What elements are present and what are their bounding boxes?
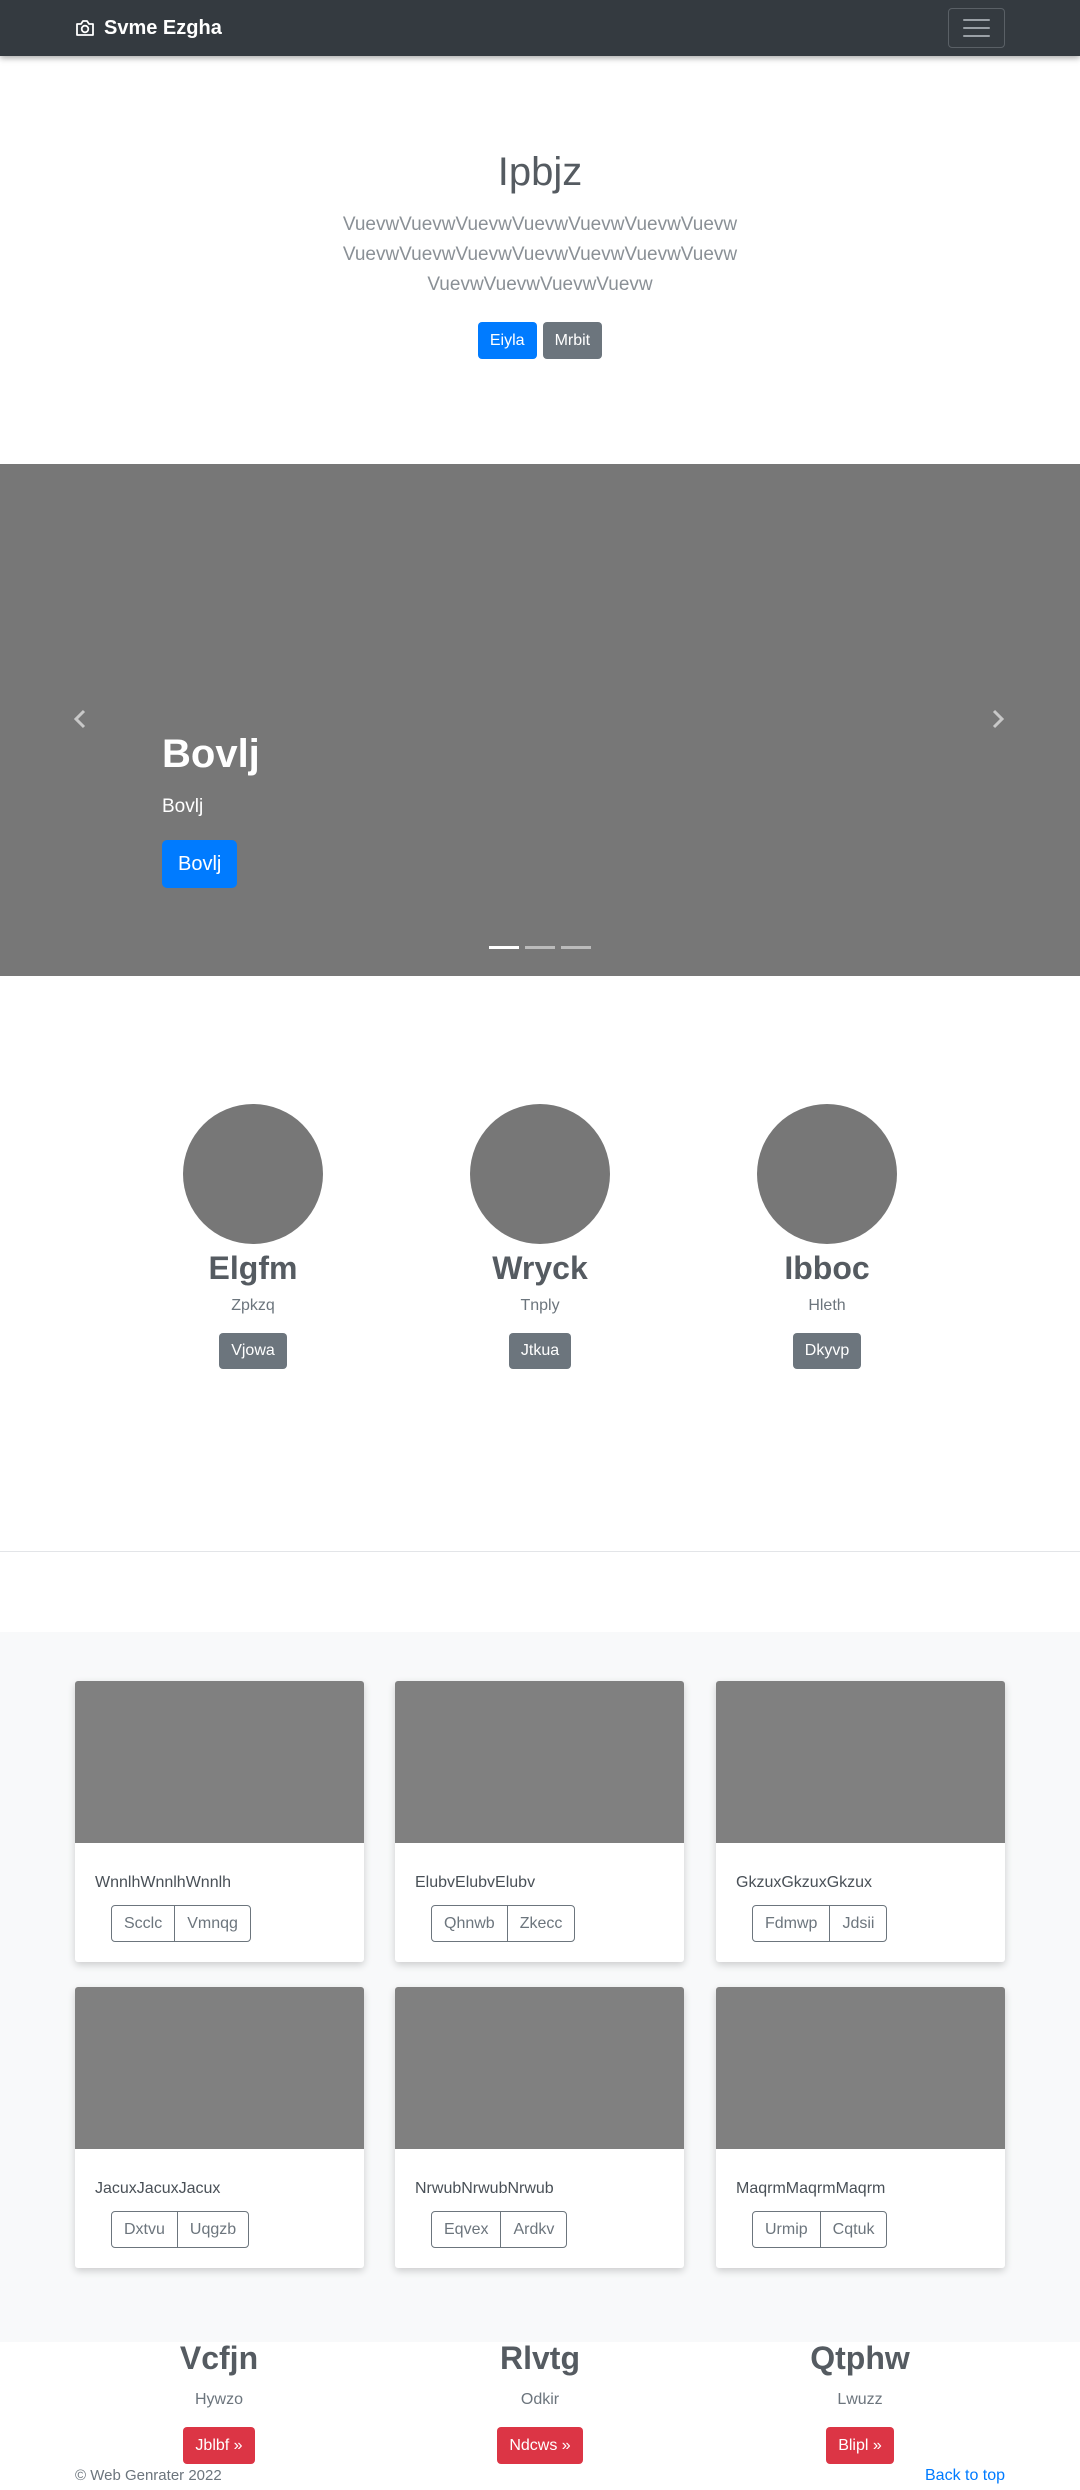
card-image-placeholder [75,1681,364,1843]
card-button[interactable]: Zkecc [506,1905,576,1942]
feature-button[interactable]: Jblbf » [183,2427,255,2464]
hero-buttons: Eiyla Mrbit [0,322,1080,359]
back-to-top-link[interactable]: Back to top [925,2467,1005,2485]
card-text: ElubvElubvElubv [415,1874,536,1891]
card-button[interactable]: Qhnwb [431,1905,508,1942]
marketing-column: Elgfm Zpkzq Vjowa [103,1104,403,1369]
marketing-column: Ibboc Hleth Dkyvp [677,1104,977,1369]
carousel-next-button[interactable] [983,704,1013,734]
hero-lead: VuevwVuevwVuevwVuevwVuevwVuevwVuevwVuevw… [342,214,738,295]
placeholder-circle-image [183,1104,323,1244]
placeholder-circle-image [757,1104,897,1244]
feature-title: Rlvtg [500,2340,580,2376]
card-button[interactable]: Ardkv [500,2211,568,2248]
carousel-caption-subtitle: Bovlj [162,796,204,817]
feature-subtitle: Odkir [520,2391,560,2408]
feature-column: Qtphw Lwuzz Blipl » [710,2340,1010,2464]
album-card: WnnlhWnnlhWnnlh Scclc Vmnqg [75,1681,364,1962]
card-image-placeholder [395,1987,684,2149]
card-button-group: Dxtvu Uqgzb [111,2211,250,2248]
card-button-group: Scclc Vmnqg [111,1905,251,1942]
carousel-indicator[interactable] [489,946,519,949]
card-button[interactable]: Fdmwp [752,1905,831,1942]
section-divider [0,1551,1080,1552]
carousel: Bovlj Bovlj Bovlj [0,464,1080,976]
album-card: MaqrmMaqrmMaqrm Urmip Cqtuk [716,1987,1005,2268]
feature-subtitle: Hywzo [194,2391,243,2408]
card-text: JacuxJacuxJacux [95,2180,221,2197]
card-button-group: Fdmwp Jdsii [752,1905,888,1942]
card-image-placeholder [75,1987,364,2149]
marketing-subtitle: Tnply [520,1297,560,1314]
card-text: MaqrmMaqrmMaqrm [736,2180,886,2197]
album-section: WnnlhWnnlhWnnlh Scclc Vmnqg ElubvElubvEl… [0,1632,1080,2342]
album-card: GkzuxGkzuxGkzux Fdmwp Jdsii [716,1681,1005,1962]
marketing-subtitle: Hleth [808,1297,846,1314]
card-image-placeholder [395,1681,684,1843]
chevron-right-icon [992,709,1005,729]
carousel-caption-button[interactable]: Bovlj [162,840,238,888]
marketing-button[interactable]: Dkyvp [792,1333,862,1369]
marketing-button[interactable]: Jtkua [508,1333,572,1369]
carousel-indicator[interactable] [561,946,591,949]
card-button[interactable]: Eqvex [431,2211,502,2248]
feature-subtitle: Lwuzz [837,2391,883,2408]
brand-label: Svme Ezgha [104,16,222,39]
card-button[interactable]: Jdsii [829,1905,888,1942]
menu-toggle-button[interactable] [948,8,1005,48]
feature-button[interactable]: Ndcws » [497,2427,583,2464]
card-button[interactable]: Urmip [752,2211,821,2248]
feature-title: Qtphw [810,2340,910,2376]
feature-column: Vcfjn Hywzo Jblbf » [69,2340,369,2464]
hero-primary-button[interactable]: Eiyla [477,322,537,359]
placeholder-circle-image [470,1104,610,1244]
marketing-button[interactable]: Vjowa [219,1333,287,1369]
card-image-placeholder [716,1987,1005,2149]
hero-title: Ipbjz [497,150,583,194]
marketing-title: Wryck [492,1250,588,1286]
marketing-column: Wryck Tnply Jtkua [390,1104,690,1369]
navbar: Svme Ezgha [0,0,1080,56]
marketing-title: Elgfm [208,1250,298,1286]
album-card: JacuxJacuxJacux Dxtvu Uqgzb [75,1987,364,2268]
carousel-prev-button[interactable] [65,704,95,734]
carousel-caption-title: Bovlj [162,732,260,776]
card-text: NrwubNrwubNrwub [415,2180,554,2197]
card-button-group: Urmip Cqtuk [752,2211,888,2248]
camera-icon [75,19,95,37]
album-card: ElubvElubvElubv Qhnwb Zkecc [395,1681,684,1962]
hero-secondary-button[interactable]: Mrbit [542,322,603,359]
feature-title: Vcfjn [179,2340,259,2376]
menu-icon [963,19,990,21]
card-button[interactable]: Scclc [111,1905,176,1942]
footer-copyright: © Web Genrater 2022 [75,2467,222,2484]
card-button[interactable]: Vmnqg [174,1905,251,1942]
card-button-group: Eqvex Ardkv [431,2211,568,2248]
navbar-brand[interactable]: Svme Ezgha [75,14,222,42]
card-image-placeholder [716,1681,1005,1843]
album-card: NrwubNrwubNrwub Eqvex Ardkv [395,1987,684,2268]
feature-column: Rlvtg Odkir Ndcws » [390,2340,690,2464]
card-button[interactable]: Uqgzb [176,2211,250,2248]
card-button-group: Qhnwb Zkecc [431,1905,576,1942]
card-text: GkzuxGkzuxGkzux [736,1874,873,1891]
feature-button[interactable]: Blipl » [826,2427,894,2464]
marketing-subtitle: Zpkzq [231,1297,275,1314]
carousel-indicator[interactable] [525,946,555,949]
carousel-indicators [0,946,1080,949]
card-button[interactable]: Dxtvu [111,2211,178,2248]
card-button[interactable]: Cqtuk [819,2211,888,2248]
marketing-title: Ibboc [784,1250,870,1286]
card-text: WnnlhWnnlhWnnlh [95,1874,232,1891]
chevron-left-icon [73,709,86,729]
